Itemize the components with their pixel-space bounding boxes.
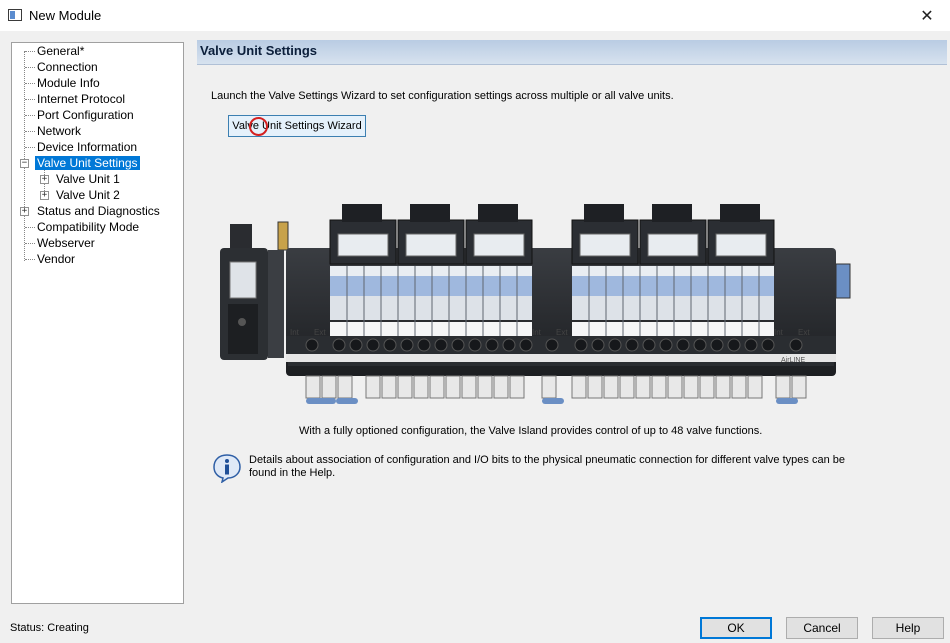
window-title: New Module [29,8,102,23]
status-text: Status: Creating [10,622,89,634]
tree-branch [25,115,35,116]
tree-item-label: Status and Diagnostics [37,204,160,218]
tree-item-valve-unit-1[interactable]: Valve Unit 1 [54,172,122,187]
tree-item-internet-protocol[interactable]: Internet Protocol [35,92,127,107]
expand-icon[interactable]: + [20,207,29,216]
panel-header: Valve Unit Settings [197,40,947,65]
tree-branch [25,227,35,228]
tree-item-network[interactable]: Network [35,124,83,139]
close-button[interactable]: ✕ [904,0,950,31]
click-indicator [249,117,268,136]
tree-branch [25,243,35,244]
int-label: Int [290,328,300,337]
expand-icon[interactable]: + [40,175,49,184]
app-icon [8,9,22,21]
tree-item-device-information[interactable]: Device Information [35,140,139,155]
title-bar: New Module ✕ [0,0,950,31]
tree-item-status-diagnostics[interactable]: Status and Diagnostics [35,204,162,219]
expand-icon[interactable]: + [40,191,49,200]
ok-button[interactable]: OK [700,617,772,639]
tree-branch [25,83,35,84]
tree-item-compatibility-mode[interactable]: Compatibility Mode [35,220,141,235]
tree-item-label: Network [37,124,82,138]
cancel-button[interactable]: Cancel [786,617,858,639]
ext-label: Ext [798,328,810,337]
tree-item-label: Device Information [37,140,138,154]
tree-item-valve-unit-2[interactable]: Valve Unit 2 [54,188,122,203]
tree-item-label: Internet Protocol [37,92,126,106]
tree-item-connection[interactable]: Connection [35,60,100,75]
category-tree[interactable]: General* Connection Module Info Internet… [11,42,184,604]
valve-island-image: AirLINE Int Ext Int Ext Int Ext [220,204,851,404]
info-icon [213,454,241,483]
ext-label: Ext [556,328,568,337]
tree-item-label: Valve Unit 2 [56,188,120,202]
tree-item-label: Webserver [37,236,95,250]
tree-item-label: Module Info [37,76,100,90]
settings-panel: Valve Unit Settings [197,40,947,65]
tree-branch [25,51,35,52]
tree-item-valve-unit-settings[interactable]: Valve Unit Settings [35,156,140,171]
tree-item-general[interactable]: General* [35,44,86,59]
tree-branch [25,99,35,100]
tree-branch [25,67,35,68]
capability-caption: With a fully optioned configuration, the… [299,425,763,437]
tree-item-label: Port Configuration [37,108,134,122]
int-label: Int [532,328,542,337]
tree-item-label: Connection [37,60,98,74]
tree-item-vendor[interactable]: Vendor [35,252,77,267]
tree-item-label: Vendor [37,252,76,266]
tree-branch [25,147,35,148]
tree-item-label: Valve Unit 1 [56,172,120,186]
tree-item-label: Compatibility Mode [37,220,140,234]
tree-item-label: Valve Unit Settings [35,156,140,170]
tree-branch [25,131,35,132]
intro-text: Launch the Valve Settings Wizard to set … [211,90,674,102]
tree-item-port-configuration[interactable]: Port Configuration [35,108,136,123]
int-label: Int [774,328,784,337]
tree-item-webserver[interactable]: Webserver [35,236,97,251]
collapse-icon[interactable]: − [20,159,29,168]
tree-item-label: General* [37,44,85,58]
ext-label: Ext [314,328,326,337]
tree-branch [25,259,35,260]
tree-item-module-info[interactable]: Module Info [35,76,102,91]
help-note: Details about association of configurati… [249,454,845,479]
help-button[interactable]: Help [872,617,944,639]
